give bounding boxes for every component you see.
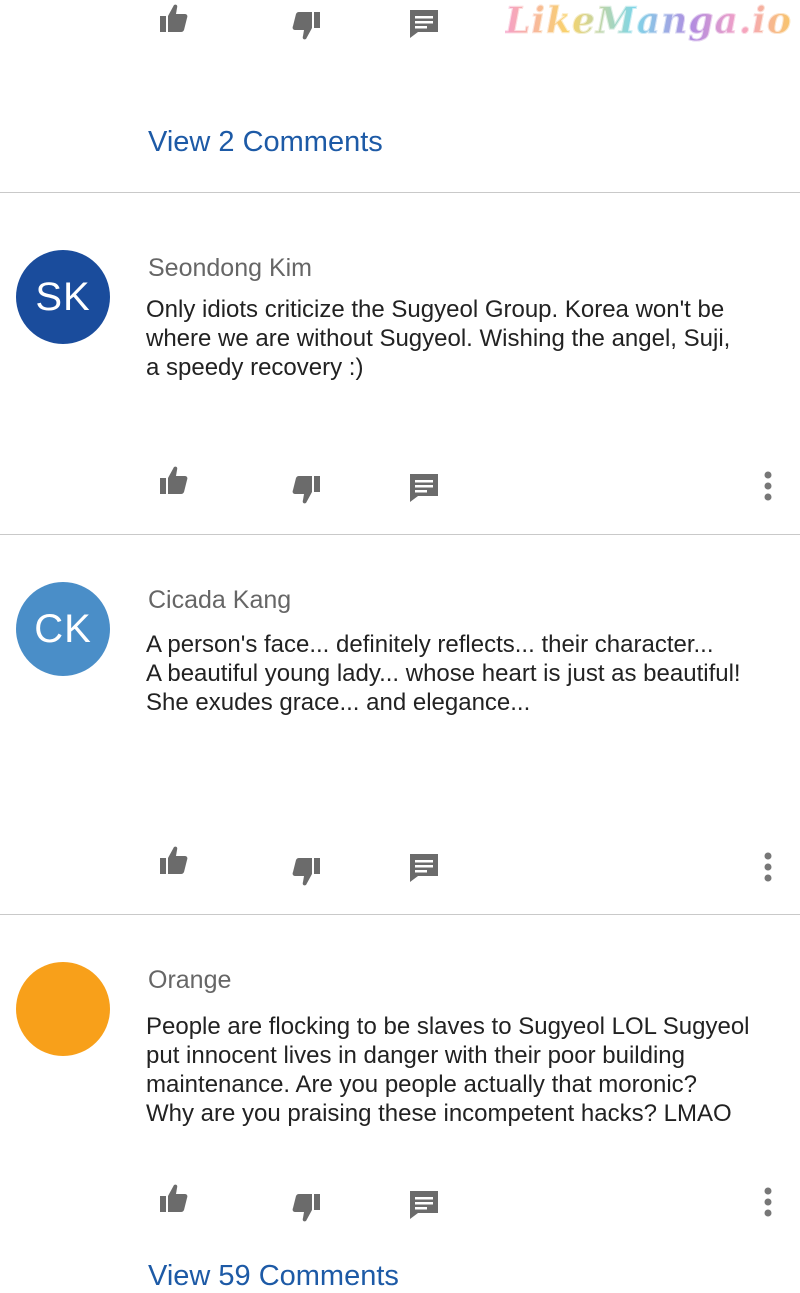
comment-author[interactable]: Orange <box>148 966 231 995</box>
comment-icon[interactable] <box>408 472 440 504</box>
thumbs-down-icon[interactable] <box>291 1192 323 1224</box>
comment-icon[interactable] <box>408 1189 440 1221</box>
view-comments-link[interactable]: View 2 Comments <box>148 126 383 159</box>
more-vertical-icon[interactable] <box>760 470 776 502</box>
thumbs-up-icon[interactable] <box>157 844 189 876</box>
comment-icon[interactable] <box>408 852 440 884</box>
view-comments-link[interactable]: View 59 Comments <box>148 1260 399 1293</box>
avatar[interactable] <box>16 962 110 1056</box>
thumbs-down-icon[interactable] <box>291 474 323 506</box>
comment-text: Only idiots criticize the Sugyeol Group.… <box>146 296 731 381</box>
more-vertical-icon[interactable] <box>760 851 776 883</box>
divider <box>0 534 800 535</box>
thumbs-up-icon[interactable] <box>157 1182 189 1214</box>
thumbs-down-icon[interactable] <box>291 856 323 888</box>
comment-author[interactable]: Cicada Kang <box>148 586 291 615</box>
divider <box>0 192 800 193</box>
avatar[interactable]: CK <box>16 582 110 676</box>
divider <box>0 914 800 915</box>
comment-text: People are flocking to be slaves to Sugy… <box>146 1013 750 1127</box>
avatar[interactable]: SK <box>16 250 110 344</box>
thumbs-up-icon[interactable] <box>157 2 189 34</box>
comment-author[interactable]: Seondong Kim <box>148 254 312 283</box>
thumbs-up-icon[interactable] <box>157 464 189 496</box>
watermark-logo: LikeManga.io <box>505 0 792 43</box>
thumbs-down-icon[interactable] <box>291 10 323 42</box>
comment-icon[interactable] <box>408 8 440 40</box>
comment-text: A person's face... definitely reflects..… <box>146 631 741 716</box>
more-vertical-icon[interactable] <box>760 1186 776 1218</box>
